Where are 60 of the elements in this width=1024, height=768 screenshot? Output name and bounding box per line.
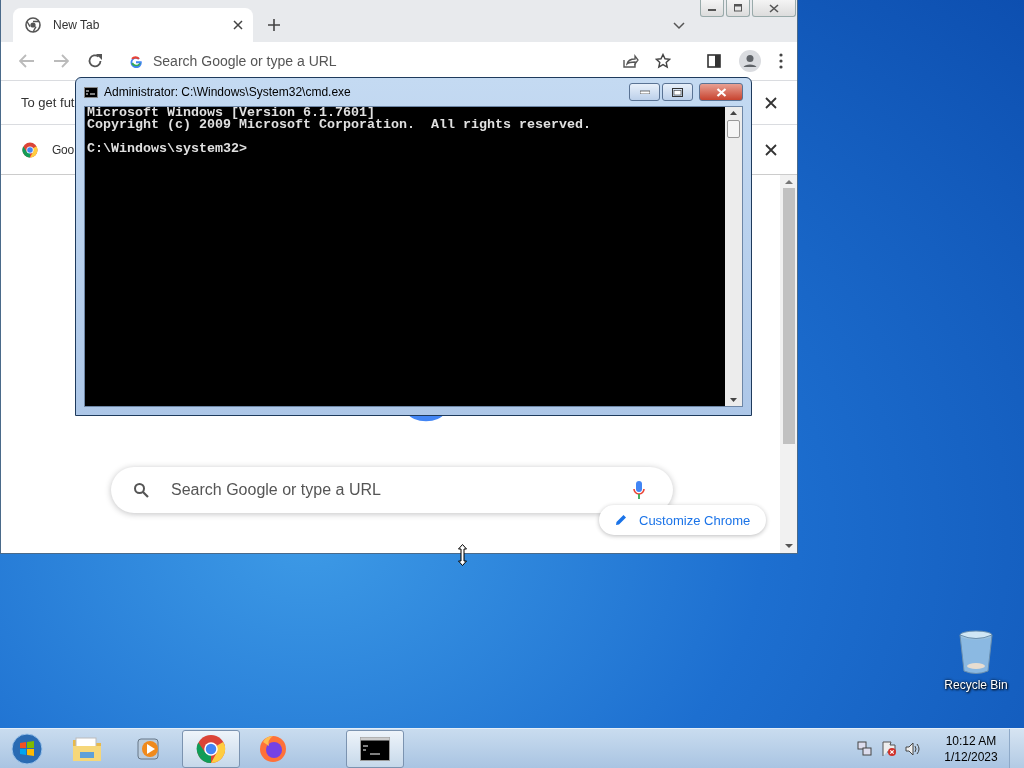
- customize-chrome-button[interactable]: Customize Chrome: [599, 505, 767, 535]
- close-icon[interactable]: [233, 20, 243, 30]
- scroll-thumb[interactable]: [782, 188, 795, 444]
- close-icon[interactable]: [765, 96, 777, 109]
- chrome-logo-icon: [25, 17, 41, 33]
- flag-error-icon[interactable]: [881, 740, 897, 757]
- pencil-icon: [615, 514, 627, 526]
- close-icon: [715, 87, 727, 97]
- scroll-down-arrow-icon[interactable]: [784, 544, 793, 549]
- search-icon: [133, 482, 149, 498]
- minimize-icon: [639, 90, 650, 94]
- maximize-button[interactable]: [726, 0, 750, 17]
- console-prompt: C:\Windows\system32>: [87, 143, 248, 155]
- speaker-icon[interactable]: [905, 740, 921, 757]
- infobar-text: To get fut: [21, 95, 75, 110]
- trash-bin-icon[interactable]: [959, 630, 993, 674]
- share-icon[interactable]: [623, 54, 639, 68]
- maximize-button[interactable]: [662, 83, 693, 101]
- folder-icon: [72, 735, 102, 762]
- maximize-icon: [733, 4, 743, 12]
- media-player-icon: [136, 735, 162, 762]
- maximize-icon: [672, 87, 683, 97]
- scroll-down-arrow-icon[interactable]: [730, 398, 737, 402]
- scrollbar[interactable]: [725, 107, 742, 406]
- desktop-icon-label[interactable]: Recycle Bin: [944, 678, 1008, 692]
- address-field[interactable]: Search Google or type a URL: [153, 53, 607, 69]
- infobar-text: Goo: [52, 142, 74, 157]
- reload-icon[interactable]: [87, 53, 103, 69]
- firefox-logo-icon: [258, 733, 288, 764]
- close-icon: [769, 3, 779, 13]
- minimize-button[interactable]: [629, 83, 660, 101]
- close-button[interactable]: [699, 83, 743, 101]
- minimize-button[interactable]: [700, 0, 724, 17]
- taskbar-button[interactable]: [346, 729, 404, 768]
- close-icon[interactable]: [765, 143, 777, 156]
- console-app-icon: [360, 736, 390, 761]
- scroll-up-arrow-icon[interactable]: [784, 179, 793, 184]
- close-button[interactable]: [752, 0, 796, 17]
- console-line: Copyright (c) 2009 Microsoft Corporation. All rights reserved.: [87, 119, 592, 131]
- scroll-up-arrow-icon[interactable]: [730, 111, 737, 115]
- chrome-logo-icon: [196, 733, 226, 764]
- clock[interactable]: 10:12 AM 1/12/2023: [939, 732, 1003, 765]
- scrollbar[interactable]: [780, 175, 797, 553]
- console-line: Microsoft Windows [Version 6.1.7601]: [87, 107, 375, 119]
- scroll-thumb[interactable]: [727, 120, 740, 138]
- profile-avatar-icon[interactable]: [739, 50, 761, 72]
- microphone-icon[interactable]: [633, 480, 645, 500]
- g-logo-icon: [129, 54, 143, 68]
- network-icon[interactable]: [857, 740, 873, 757]
- search-field[interactable]: Search Google or type a URL: [171, 482, 611, 498]
- star-icon[interactable]: [655, 53, 671, 69]
- new-tab-button[interactable]: [267, 18, 281, 32]
- console-app-icon: [84, 86, 98, 98]
- more-menu-icon[interactable]: [779, 53, 783, 69]
- browser-tab[interactable]: New Tab: [13, 8, 253, 42]
- side-panel-icon[interactable]: [707, 54, 721, 68]
- window-title: Administrator: C:\Windows\System32\cmd.exe: [104, 85, 351, 99]
- tab-title: New Tab: [53, 18, 100, 32]
- chrome-logo-icon: [22, 141, 38, 158]
- chevron-down-icon[interactable]: [673, 22, 685, 30]
